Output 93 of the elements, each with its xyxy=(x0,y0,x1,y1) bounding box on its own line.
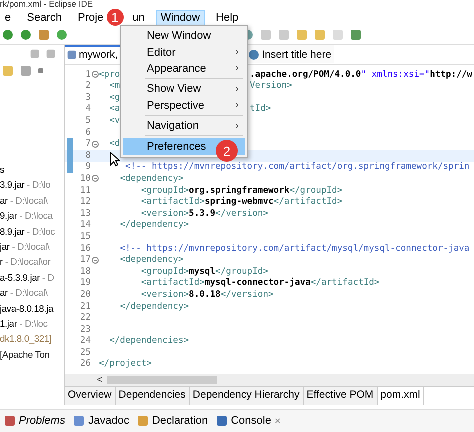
code-line: <!-- https://mvnrepository.com/artifact/mysql/mysql-connector-java xyxy=(119,244,470,254)
line-number: 26 xyxy=(79,359,91,370)
window-title: rk/pom.xml - Eclipse IDE xyxy=(0,0,94,9)
menu-item[interactable]: e xyxy=(0,10,16,26)
line-number: 5 xyxy=(84,116,91,126)
code-line: <artifactId>mysql-connector-java</artifactId> xyxy=(140,278,380,288)
menu-item[interactable]: Search xyxy=(22,10,67,26)
code-line: </dependency> xyxy=(119,302,190,312)
line-number: 12 xyxy=(79,197,91,208)
tree-item[interactable]: jar - D:\local\ xyxy=(0,238,50,254)
code-line: <dependency> xyxy=(119,174,184,184)
line-number: 24 xyxy=(79,336,91,346)
code-line: <m xyxy=(108,81,120,92)
line-number: 25 xyxy=(79,348,91,358)
menu-item[interactable]: Proje xyxy=(72,10,109,26)
menu-item[interactable]: Window xyxy=(156,10,206,26)
line-number: 7 xyxy=(84,139,91,150)
step-badge: 1 xyxy=(106,9,124,26)
editor-page-tab[interactable]: Dependency Hierarchy xyxy=(190,387,304,405)
code-line: <groupId>mysql</groupId> xyxy=(140,266,268,277)
scroll-left-button[interactable]: < xyxy=(93,374,107,386)
code-line: <dependency> xyxy=(119,255,184,266)
code-line: <a xyxy=(108,104,120,114)
line-number: 22 xyxy=(79,313,91,324)
menu-option[interactable]: Perspective › xyxy=(123,98,245,114)
menu-option[interactable]: New Window xyxy=(123,28,245,44)
line-number: 9 xyxy=(84,162,91,172)
line-number: 4 xyxy=(84,104,91,114)
editor-page-tab[interactable]: Effective POM xyxy=(304,387,378,405)
code-line: </dependency> xyxy=(119,220,190,230)
menu-option[interactable]: Editor › xyxy=(123,44,245,61)
code-line: <d xyxy=(108,139,120,150)
line-number: 2 xyxy=(84,81,91,92)
line-number: 15 xyxy=(79,232,91,242)
submenu-arrow: › xyxy=(236,47,239,58)
tree-item[interactable]: [Apache Ton xyxy=(0,346,50,362)
editor-page-tab[interactable]: Overview xyxy=(65,387,116,405)
code-line: <pro xyxy=(99,70,120,80)
code-line: .apache.org/POM/4.0.0" xmlns:xsi="http://w xyxy=(250,70,472,80)
code-line: <groupId>org.springframework</groupId> xyxy=(140,186,343,196)
tree-item[interactable]: java-8.0.18.ja xyxy=(0,300,54,316)
line-number: 8 xyxy=(84,150,91,161)
code-line: <version>5.3.9</version> xyxy=(140,208,268,219)
tree-item[interactable]: 9.jar - D:\loca xyxy=(0,208,53,224)
line-number: 19 xyxy=(79,278,91,288)
view-tab[interactable]: Javadoc xyxy=(73,415,130,427)
code-line: tId> xyxy=(250,104,272,114)
tree-item[interactable]: r - D:\local\or xyxy=(0,254,51,270)
line-number: 21 xyxy=(79,302,91,312)
menu-option[interactable]: Appearance › xyxy=(123,60,245,78)
code-line: <artifactId>spring-webmvc</artifactId> xyxy=(140,197,343,208)
submenu-arrow: › xyxy=(236,63,239,74)
editor-page-tab[interactable]: pom.xml xyxy=(378,387,424,405)
line-number: 3 xyxy=(84,92,91,103)
code-line: <version>8.0.18</version> xyxy=(140,290,274,300)
view-tab[interactable]: Console ✕ xyxy=(216,415,282,427)
tree-item[interactable]: 8.9.jar - D:\loc xyxy=(0,224,56,239)
menu-option[interactable]: Navigation › xyxy=(123,118,245,134)
editor-tab[interactable]: Insert title here xyxy=(246,45,334,64)
line-number: 14 xyxy=(79,220,91,230)
submenu-arrow: › xyxy=(236,120,239,132)
code-line: Version> xyxy=(250,81,292,92)
menu-option[interactable]: Show View › xyxy=(123,81,245,98)
view-tab[interactable]: Declaration xyxy=(137,415,208,427)
line-number: 1 xyxy=(84,70,91,80)
code-line: </project> xyxy=(99,359,152,370)
line-number: 13 xyxy=(79,208,91,219)
line-number: 23 xyxy=(79,324,91,335)
code-line: <!-- https://mvnrepository.com/artifact/org.springframework/sprin xyxy=(124,162,470,172)
menu-item[interactable]: un xyxy=(128,10,150,26)
line-number: 10 xyxy=(79,174,91,184)
line-number: 16 xyxy=(79,244,91,254)
submenu-arrow: › xyxy=(236,100,239,112)
tree-item[interactable]: ar - D:\local\ xyxy=(0,192,48,208)
editor-page-tab[interactable]: Dependencies xyxy=(116,387,190,405)
tree-item[interactable]: 3.9.jar - D:\lo xyxy=(0,177,51,193)
menu-item[interactable]: Help xyxy=(211,10,244,26)
line-number: 18 xyxy=(79,266,91,277)
line-number: 6 xyxy=(84,128,91,138)
tree-item[interactable]: 1.jar - D:\loc xyxy=(0,316,48,332)
line-number: 20 xyxy=(79,290,91,300)
tree-item[interactable]: dk1.8.0_321] xyxy=(0,331,52,347)
line-number: 11 xyxy=(79,186,91,196)
code-line: </dependencies> xyxy=(108,336,190,346)
tree-item[interactable]: s xyxy=(0,162,4,178)
editor-tab[interactable]: mywork, xyxy=(65,45,120,64)
tree-item[interactable]: a-5.3.9.jar - D xyxy=(0,270,54,286)
code-line: <g xyxy=(108,92,120,103)
line-number: 17 xyxy=(79,255,91,266)
submenu-arrow: › xyxy=(236,84,239,95)
tree-item[interactable]: ar - D:\local\ xyxy=(0,285,48,301)
view-tab[interactable]: Problems xyxy=(4,415,66,427)
code-line: <v xyxy=(108,116,120,126)
